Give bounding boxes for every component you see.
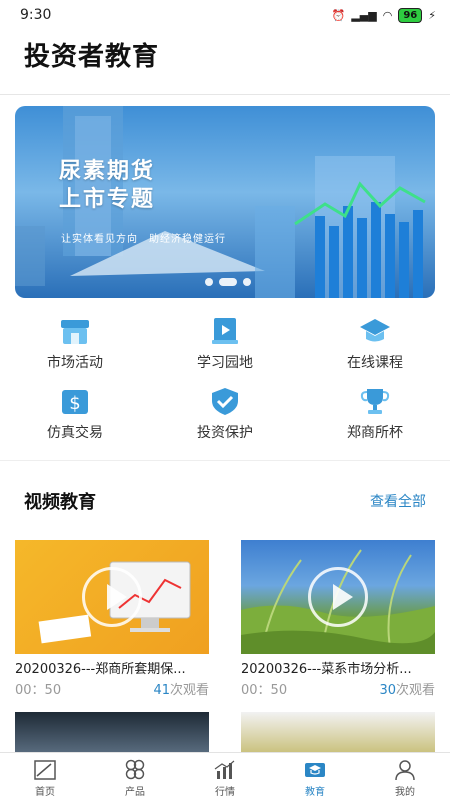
svg-text:$: $ [69, 393, 80, 414]
banner-carousel[interactable]: 尿素期货 上市专题 让实体看见方向 助经济稳健运行 [15, 106, 435, 298]
tab-label: 首页 [35, 787, 55, 798]
banner-title: 尿素期货 上市专题 [59, 158, 155, 214]
carousel-dot[interactable] [243, 278, 251, 286]
banner-subtitle: 让实体看见方向 助经济稳健运行 [61, 234, 226, 245]
status-icons: ⏰ ▂▄▆ ◠ 96 ⚡ [331, 7, 436, 23]
video-views-suffix: 次观看 [395, 683, 435, 698]
graduation-cap-icon [360, 319, 390, 342]
video-views-count: 41 [153, 683, 170, 698]
tab-products[interactable]: 产品 [90, 753, 180, 800]
grid-item-zce-cup[interactable]: 郑商所杯 [315, 386, 435, 442]
grid-item-label: 市场活动 [47, 355, 103, 371]
banner-title-line2: 上市专题 [59, 187, 156, 212]
video-card[interactable]: 20200326---郑商所套期保... 00：50 41次观看 [15, 540, 209, 698]
view-all-link[interactable]: 查看全部 [370, 491, 426, 511]
video-views-suffix: 次观看 [169, 683, 209, 698]
video-duration: 00：50 [241, 683, 288, 698]
video-thumbnail[interactable] [15, 540, 209, 654]
video-views: 41次观看 [153, 679, 209, 698]
section-divider [0, 460, 450, 461]
grid-item-label: 学习园地 [197, 355, 253, 371]
tab-label: 产品 [125, 787, 145, 798]
video-title: 20200326---菜系市场分析... [241, 662, 412, 677]
video-card[interactable]: 20200326---菜系市场分析... 00：50 30次观看 [241, 540, 435, 698]
tab-label: 行情 [215, 787, 235, 798]
video-thumbnail[interactable] [241, 540, 435, 654]
tab-market[interactable]: 行情 [180, 753, 270, 800]
grid-item-investor-protection[interactable]: 投资保护 [165, 386, 285, 442]
wallet-dollar-icon: $ [62, 390, 88, 414]
charging-icon: ⚡ [428, 8, 436, 22]
storefront-icon [61, 320, 89, 344]
status-time: 9:30 [20, 7, 52, 23]
tab-education[interactable]: 教育 [270, 753, 360, 800]
tab-label: 我的 [395, 787, 415, 798]
alarm-icon: ⏰ [331, 8, 346, 22]
bottom-tab-bar: 首页 产品 行情 教育 我的 [0, 752, 450, 800]
tab-home[interactable]: 首页 [0, 753, 90, 800]
person-icon [395, 760, 415, 781]
grid-item-market-activity[interactable]: 市场活动 [15, 316, 135, 372]
video-thumbnail-partial[interactable] [241, 712, 435, 754]
grid-item-simulated-trading[interactable]: $ 仿真交易 [15, 386, 135, 442]
grid-item-label: 仿真交易 [47, 425, 103, 441]
home-chart-icon [34, 760, 56, 780]
video-views: 30次观看 [379, 679, 435, 698]
video-meta: 00：50 30次观看 [241, 679, 435, 698]
education-cap-icon [305, 763, 325, 777]
shield-check-icon [212, 388, 238, 415]
trophy-icon [360, 389, 390, 414]
grid-item-label: 投资保护 [197, 425, 253, 441]
tab-mine[interactable]: 我的 [360, 753, 450, 800]
video-thumbnail-partial[interactable] [15, 712, 209, 754]
tab-label: 教育 [305, 787, 325, 798]
clover-icon [125, 759, 145, 780]
signal-icon: ▂▄▆ [351, 8, 377, 22]
banner-title-line1: 尿素期货 [59, 159, 156, 184]
video-section-title: 视频教育 [24, 492, 96, 513]
video-meta: 00：50 41次观看 [15, 679, 209, 698]
play-icon[interactable] [308, 567, 368, 627]
carousel-indicators[interactable] [205, 278, 251, 286]
wifi-icon: ◠ [382, 8, 393, 22]
carousel-dot-active[interactable] [219, 278, 237, 286]
carousel-dot[interactable] [205, 278, 213, 286]
video-book-icon [212, 318, 238, 344]
grid-item-label: 在线课程 [347, 355, 403, 371]
battery-icon: 96 [398, 7, 423, 23]
video-duration: 00：50 [15, 683, 62, 698]
video-views-count: 30 [379, 683, 396, 698]
grid-item-label: 郑商所杯 [347, 425, 403, 441]
page-title: 投资者教育 [24, 42, 160, 72]
grid-item-learning[interactable]: 学习园地 [165, 316, 285, 372]
status-bar: 9:30 ⏰ ▂▄▆ ◠ 96 ⚡ [0, 0, 450, 30]
video-title: 20200326---郑商所套期保... [15, 662, 186, 677]
market-bars-icon [214, 760, 235, 779]
play-icon[interactable] [82, 567, 142, 627]
grid-item-online-course[interactable]: 在线课程 [315, 316, 435, 372]
header-divider [0, 94, 450, 95]
